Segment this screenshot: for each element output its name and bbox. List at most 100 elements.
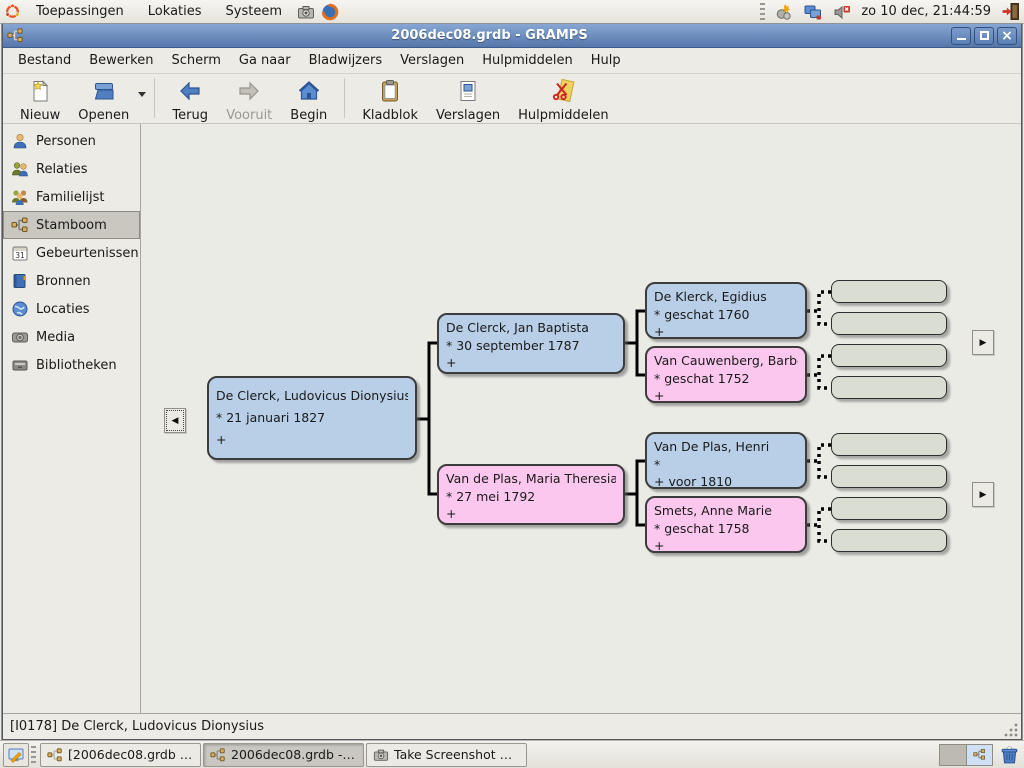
gramps-app-icon <box>7 27 24 44</box>
sidebar-item-media[interactable]: Media <box>3 323 140 351</box>
forward-button[interactable]: Vooruit <box>217 76 281 126</box>
gramps-app-icon <box>47 747 63 763</box>
system-menu-label: Systeem <box>226 4 282 19</box>
menu-scherm[interactable]: Scherm <box>162 49 229 72</box>
scissors-tools-icon <box>551 79 575 107</box>
new-button[interactable]: Nieuw <box>11 76 69 126</box>
sidebar-label: Bronnen <box>36 274 91 289</box>
person-box-root[interactable]: De Clerck, Ludovicus Dionysius * 21 janu… <box>207 376 417 460</box>
menu-bewerken[interactable]: Bewerken <box>80 49 162 72</box>
person-death: + <box>654 537 798 553</box>
sidebar-item-relaties[interactable]: Relaties <box>3 155 140 183</box>
person-box-father[interactable]: De Clerck, Jan Baptista * 30 september 1… <box>437 313 625 374</box>
open-button[interactable]: Openen <box>69 76 138 126</box>
person-name: De Klerck, Egidius <box>654 288 798 306</box>
home-button[interactable]: Begin <box>281 76 336 126</box>
menu-hulp[interactable]: Hulp <box>582 49 630 72</box>
panel-drag-handle[interactable] <box>31 746 36 764</box>
empty-slot-box <box>831 465 947 488</box>
person-box-grandfather-maternal[interactable]: Van De Plas, Henri * + voor 1810 <box>645 432 807 489</box>
sidebar-item-locaties[interactable]: Locaties <box>3 295 140 323</box>
sidebar-label: Personen <box>36 134 96 149</box>
scratchpad-button-label: Kladblok <box>362 108 418 123</box>
open-dropdown-button[interactable] <box>138 76 146 97</box>
sidebar-item-familielijst[interactable]: Familielijst <box>3 183 140 211</box>
pedigree-scroll-right-top-button[interactable]: ▶ <box>972 330 994 355</box>
person-birth: * geschat 1752 <box>654 370 798 388</box>
person-birth: * <box>654 456 798 474</box>
minimize-icon <box>957 31 966 40</box>
panel-drag-handle[interactable] <box>760 3 765 21</box>
scratchpad-button[interactable]: Kladblok <box>353 76 427 126</box>
sidebar-item-bronnen[interactable]: Bronnen <box>3 267 140 295</box>
sidebar-item-personen[interactable]: Personen <box>3 127 140 155</box>
pedigree-canvas[interactable]: ◀ De Clerck, Ludovicus Dionysius * 21 ja… <box>141 124 1021 713</box>
person-death: + <box>216 429 408 451</box>
person-box-grandmother-paternal[interactable]: Van Cauwenberg, Barbe * geschat 1752 + <box>645 346 807 403</box>
network-monitor-icon[interactable] <box>801 0 825 24</box>
menu-hulpmiddelen[interactable]: Hulpmiddelen <box>473 49 582 72</box>
workspace-switcher <box>939 744 993 766</box>
places-menu[interactable]: Lokaties <box>136 0 214 23</box>
menu-bestand[interactable]: Bestand <box>9 49 80 72</box>
new-button-label: Nieuw <box>20 108 60 123</box>
firefox-launcher-icon[interactable] <box>318 0 342 24</box>
person-box-mother[interactable]: Van de Plas, Maria Theresia * 27 mei 179… <box>437 464 625 525</box>
update-notifier-icon[interactable] <box>772 0 796 24</box>
sidebar-label: Stamboom <box>36 218 107 233</box>
maximize-button[interactable] <box>974 27 994 45</box>
taskbar-task-screenshot[interactable]: Take Screenshot w... <box>366 743 527 767</box>
family-group-icon <box>11 188 29 206</box>
system-menu[interactable]: Systeem <box>214 0 294 23</box>
two-people-icon <box>11 160 29 178</box>
sidebar-label: Gebeurtenissen <box>36 246 139 261</box>
taskbar-task-gramps-dialog[interactable]: [2006dec08.grdb -... <box>40 743 201 767</box>
applications-menu[interactable]: Toepassingen <box>24 0 136 23</box>
trash-applet-button[interactable] <box>997 743 1021 767</box>
right-triangle-icon: ▶ <box>980 490 987 500</box>
person-box-grandfather-paternal[interactable]: De Klerck, Egidius * geschat 1760 + <box>645 282 807 339</box>
show-desktop-button[interactable] <box>3 743 29 767</box>
menu-bladwijzers[interactable]: Bladwijzers <box>300 49 392 72</box>
show-desktop-icon <box>7 746 25 764</box>
tools-button[interactable]: Hulpmiddelen <box>509 76 618 126</box>
sidebar-item-stamboom[interactable]: Stamboom <box>3 211 140 239</box>
empty-slot-box <box>831 312 947 335</box>
pedigree-scroll-left-button[interactable]: ◀ <box>164 408 186 433</box>
task-label: Take Screenshot w... <box>394 747 520 762</box>
reports-button[interactable]: Verslagen <box>427 76 509 126</box>
person-death: + voor 1810 <box>654 473 798 489</box>
pedigree-tree-icon <box>11 216 29 234</box>
sidebar-item-gebeurtenissen[interactable]: 31 Gebeurtenissen <box>3 239 140 267</box>
menu-ga-naar[interactable]: Ga naar <box>230 49 300 72</box>
sidebar-item-bibliotheken[interactable]: Bibliotheken <box>3 351 140 379</box>
window-titlebar[interactable]: 2006dec08.grdb - GRAMPS × <box>3 24 1021 48</box>
panel-clock[interactable]: zo 10 dec, 21:44:59 <box>859 4 993 19</box>
workspace-1[interactable] <box>940 745 966 765</box>
ubuntu-logo-icon[interactable] <box>0 0 24 24</box>
forward-button-label: Vooruit <box>226 108 272 123</box>
person-box-grandmother-maternal[interactable]: Smets, Anne Marie * geschat 1758 + <box>645 496 807 553</box>
person-death: + <box>654 387 798 403</box>
resize-grip[interactable] <box>1004 722 1019 737</box>
gnome-bottom-panel: [2006dec08.grdb -... 2006dec08.grdb - ..… <box>0 740 1024 768</box>
tools-button-label: Hulpmiddelen <box>518 108 609 123</box>
status-text: [I0178] De Clerck, Ludovicus Dionysius <box>10 719 264 734</box>
empty-slot-box <box>831 344 947 367</box>
forward-arrow-icon <box>237 79 261 107</box>
workspace-2-current[interactable] <box>966 745 992 765</box>
minimize-button[interactable] <box>951 27 971 45</box>
volume-muted-icon[interactable] <box>830 0 854 24</box>
pedigree-scroll-right-bottom-button[interactable]: ▶ <box>972 482 994 507</box>
close-button[interactable]: × <box>997 27 1017 45</box>
person-icon <box>11 132 29 150</box>
taskbar-task-gramps-main[interactable]: 2006dec08.grdb - ... <box>203 743 364 767</box>
menubar: Bestand Bewerken Scherm Ga naar Bladwijz… <box>3 48 1021 74</box>
back-button[interactable]: Terug <box>163 76 217 126</box>
back-button-label: Terug <box>172 108 208 123</box>
logout-icon[interactable] <box>998 0 1022 24</box>
sidebar-label: Bibliotheken <box>36 358 117 373</box>
menu-verslagen[interactable]: Verslagen <box>391 49 473 72</box>
gnome-top-panel: Toepassingen Lokaties Systeem zo 10 dec, <box>0 0 1024 24</box>
screenshot-camera-icon[interactable] <box>294 0 318 24</box>
